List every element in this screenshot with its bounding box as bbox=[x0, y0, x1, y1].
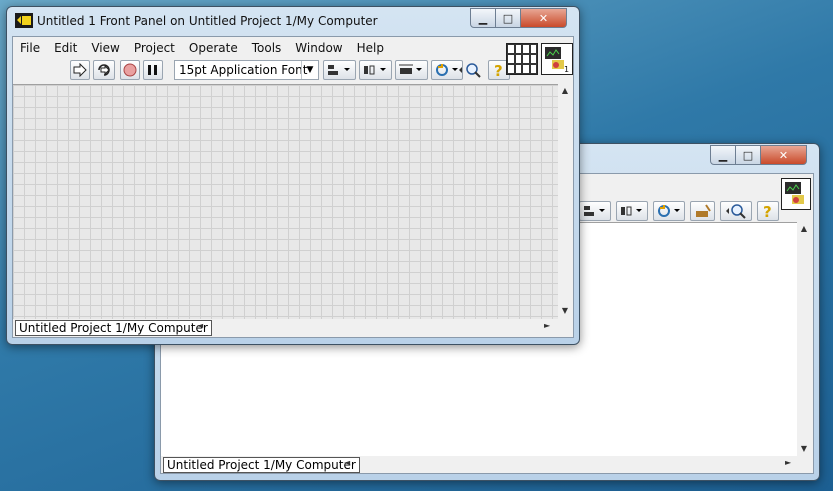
align-objects-button[interactable] bbox=[579, 201, 611, 221]
front-panel-window-controls: ▁ □ ✕ bbox=[470, 8, 567, 28]
menu-help[interactable]: Help bbox=[350, 41, 391, 55]
maximize-button[interactable]: □ bbox=[736, 145, 761, 165]
menu-view[interactable]: View bbox=[84, 41, 126, 55]
align-objects-icon bbox=[584, 206, 605, 216]
run-arrow-icon bbox=[73, 63, 87, 77]
connector-pane[interactable] bbox=[506, 43, 538, 75]
connector-terminal bbox=[507, 54, 515, 64]
block-diagram-vertical-scrollbar[interactable]: ▲ ▼ bbox=[797, 222, 811, 456]
help-icon: ? bbox=[763, 203, 772, 219]
abort-stop-icon bbox=[123, 63, 137, 77]
front-panel-window[interactable]: Untitled 1 Front Panel on Untitled Proje… bbox=[6, 6, 580, 345]
window-title: Untitled 1 Front Panel on Untitled Proje… bbox=[37, 14, 378, 28]
reorder-icon bbox=[658, 205, 680, 217]
front-panel-canvas[interactable] bbox=[13, 84, 558, 319]
toolbar: 15pt Application Font ▼ ? bbox=[13, 58, 510, 84]
connector-terminal bbox=[529, 64, 537, 74]
abort-button[interactable] bbox=[120, 60, 140, 80]
vi-icon-number: 1 bbox=[564, 65, 569, 74]
minimize-button[interactable]: ▁ bbox=[710, 145, 736, 165]
connector-terminal bbox=[507, 64, 515, 74]
connector-terminal bbox=[529, 54, 537, 64]
scroll-up-arrow[interactable]: ▲ bbox=[558, 84, 572, 98]
block-diagram-window-controls: ▁ □ ✕ bbox=[710, 145, 807, 165]
pause-button[interactable] bbox=[143, 60, 163, 80]
zoom-button[interactable] bbox=[720, 201, 752, 221]
resize-objects-icon bbox=[399, 64, 422, 74]
menu-bar: File Edit View Project Operate Tools Win… bbox=[13, 37, 505, 58]
chevron-down-icon: ▼ bbox=[301, 61, 318, 79]
vi-icon[interactable]: 1 bbox=[541, 43, 573, 75]
zoom-button[interactable] bbox=[453, 60, 485, 80]
svg-text:?: ? bbox=[763, 203, 772, 219]
connector-terminal bbox=[522, 44, 530, 54]
connector-terminal bbox=[529, 44, 537, 54]
front-panel-vertical-scrollbar[interactable]: ▲ ▼ bbox=[558, 84, 572, 318]
distribute-objects-icon bbox=[621, 206, 642, 216]
block-diagram-status-bar: Untitled Project 1/My Computer ◄ ► bbox=[161, 456, 813, 473]
front-panel-status-bar: Untitled Project 1/My Computer ◄ ► bbox=[13, 319, 573, 336]
align-objects-button[interactable] bbox=[323, 60, 356, 80]
align-objects-icon bbox=[328, 65, 350, 75]
menu-tools[interactable]: Tools bbox=[245, 41, 289, 55]
scroll-left-arrow[interactable]: ◄ bbox=[344, 458, 350, 467]
svg-text:?: ? bbox=[494, 62, 503, 78]
magnifier-icon bbox=[459, 63, 481, 78]
vi-icon-graphic: 1 bbox=[545, 47, 569, 74]
context-help-button[interactable]: ? bbox=[757, 201, 779, 221]
front-panel-client: File Edit View Project Operate Tools Win… bbox=[12, 36, 574, 338]
scroll-right-arrow[interactable]: ► bbox=[785, 458, 791, 467]
distribute-objects-button[interactable] bbox=[359, 60, 392, 80]
connector-terminal bbox=[514, 64, 522, 74]
font-dropdown-value: 15pt Application Font bbox=[179, 63, 308, 77]
magnifier-icon bbox=[726, 204, 746, 219]
menu-operate[interactable]: Operate bbox=[182, 41, 245, 55]
menu-file[interactable]: File bbox=[13, 41, 47, 55]
menu-window[interactable]: Window bbox=[288, 41, 349, 55]
vi-icon-graphic bbox=[785, 182, 804, 204]
scroll-right-arrow[interactable]: ► bbox=[544, 321, 550, 330]
connector-terminal bbox=[522, 54, 530, 64]
labview-app-icon bbox=[15, 13, 33, 28]
resize-objects-button[interactable] bbox=[395, 60, 428, 80]
connector-terminal bbox=[507, 44, 515, 54]
help-icon: ? bbox=[494, 62, 503, 78]
clean-up-diagram-button[interactable] bbox=[690, 201, 715, 221]
vi-icon[interactable] bbox=[781, 178, 811, 210]
connector-terminal bbox=[514, 44, 522, 54]
close-button[interactable]: ✕ bbox=[761, 145, 807, 165]
connector-terminal bbox=[522, 64, 530, 74]
scroll-down-arrow[interactable]: ▼ bbox=[558, 304, 572, 318]
run-continuously-icon bbox=[98, 64, 110, 76]
front-panel-caption[interactable]: Untitled 1 Front Panel on Untitled Proje… bbox=[7, 7, 579, 35]
distribute-objects-icon bbox=[364, 65, 386, 75]
project-context-label: Untitled Project 1/My Computer bbox=[163, 457, 360, 473]
scroll-left-arrow[interactable]: ◄ bbox=[197, 321, 203, 330]
run-button[interactable] bbox=[70, 60, 90, 80]
maximize-button[interactable]: □ bbox=[496, 8, 521, 28]
font-dropdown[interactable]: 15pt Application Font ▼ bbox=[174, 60, 319, 80]
pause-icon bbox=[148, 65, 157, 75]
reorder-button[interactable] bbox=[653, 201, 685, 221]
scroll-up-arrow[interactable]: ▲ bbox=[797, 222, 811, 236]
menu-edit[interactable]: Edit bbox=[47, 41, 84, 55]
menu-project[interactable]: Project bbox=[127, 41, 182, 55]
close-button[interactable]: ✕ bbox=[521, 8, 567, 28]
minimize-button[interactable]: ▁ bbox=[470, 8, 496, 28]
clean-up-icon bbox=[695, 204, 711, 217]
connector-terminal bbox=[514, 54, 522, 64]
scroll-down-arrow[interactable]: ▼ bbox=[797, 442, 811, 456]
run-continuously-button[interactable] bbox=[93, 60, 115, 80]
distribute-objects-button[interactable] bbox=[616, 201, 648, 221]
project-context-label: Untitled Project 1/My Computer bbox=[15, 320, 212, 336]
